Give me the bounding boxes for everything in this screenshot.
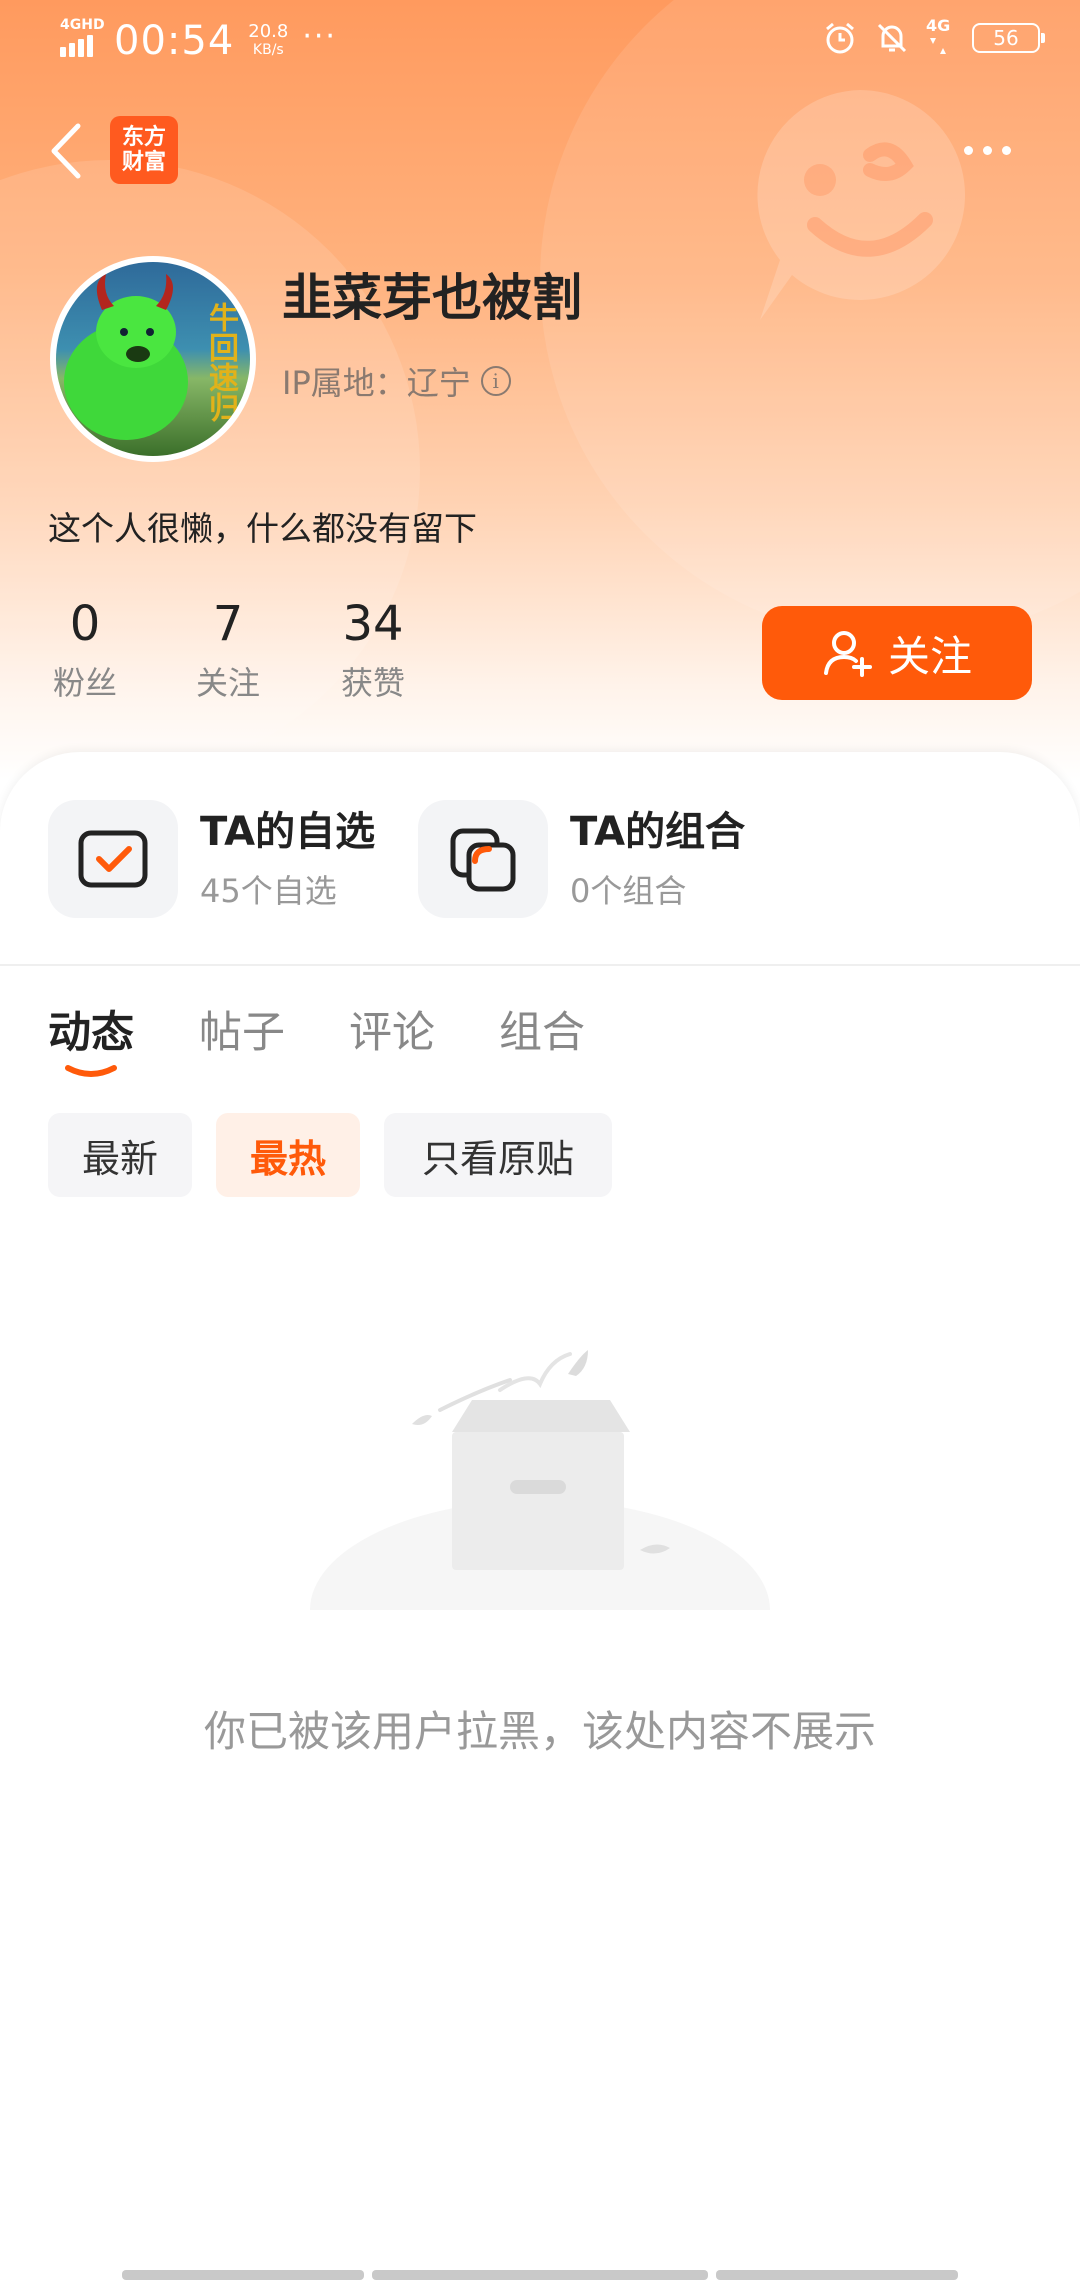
speed-value: 20.8 xyxy=(248,21,289,42)
gesture-bar-segment xyxy=(372,2270,708,2280)
network-right-label: 4G xyxy=(926,16,951,35)
stat-label: 获赞 xyxy=(340,664,405,702)
follow-label: 关注 xyxy=(887,631,972,681)
username: 韭菜芽也被割 xyxy=(282,269,582,327)
stat-fans[interactable]: 0 粉丝 xyxy=(30,596,140,704)
network-type: 4GHD xyxy=(60,17,105,33)
chevron-left-icon xyxy=(51,123,81,179)
tab-portfolios[interactable]: 组合 xyxy=(499,998,585,1060)
network-speed: 20.8 KB/s xyxy=(248,23,288,59)
status-more: ··· xyxy=(302,18,337,54)
signal-icon: 4GHD xyxy=(58,17,105,61)
tab-activity[interactable]: 动态 xyxy=(48,998,134,1060)
filter-hottest[interactable]: 最热 xyxy=(216,1113,360,1197)
portfolio-stack-icon xyxy=(450,828,516,892)
tab-comments[interactable]: 评论 xyxy=(349,998,435,1060)
battery-level: 56 xyxy=(993,26,1019,50)
gesture-bar-segment xyxy=(122,2270,364,2280)
watchlist-icon-box xyxy=(48,800,178,918)
avatar-image: 牛回速归 xyxy=(56,262,250,456)
ip-location-text: IP属地：辽宁 xyxy=(282,364,471,402)
dot xyxy=(964,145,973,155)
stat-label: 粉丝 xyxy=(52,664,117,702)
empty-box-illustration xyxy=(300,1350,780,1630)
dot xyxy=(983,145,992,155)
app-logo: 东方 财富 xyxy=(110,116,178,184)
empty-state-message: 你已被该用户拉黑，该处内容不展示 xyxy=(203,1707,876,1756)
app-logo-line2: 财富 xyxy=(121,150,166,175)
follow-button[interactable]: 关注 xyxy=(762,606,1032,700)
stat-value: 0 xyxy=(69,596,101,652)
app-logo-line1: 东方 xyxy=(121,125,166,150)
portfolio-icon-box xyxy=(418,800,548,918)
ip-location: IP属地：辽宁 i xyxy=(282,358,511,404)
active-tab-indicator xyxy=(65,1065,117,1077)
section-divider xyxy=(0,964,1080,966)
filter-original-only[interactable]: 只看原贴 xyxy=(384,1113,612,1197)
tab-posts[interactable]: 帖子 xyxy=(199,998,285,1060)
speed-unit: KB/s xyxy=(252,42,284,58)
dot xyxy=(1002,145,1011,155)
stat-label: 关注 xyxy=(195,664,260,702)
gesture-bar-segment xyxy=(716,2270,958,2280)
bio: 这个人很懒，什么都没有留下 xyxy=(48,509,477,548)
add-user-icon xyxy=(823,631,872,677)
portfolio-count: 0个组合 xyxy=(570,872,687,910)
alarm-icon xyxy=(826,22,854,54)
stat-value: 7 xyxy=(212,596,244,652)
stat-value: 34 xyxy=(342,596,404,652)
portfolio-title: TA的组合 xyxy=(570,809,746,855)
stat-following[interactable]: 7 关注 xyxy=(173,596,283,704)
mascot-watermark-icon xyxy=(757,90,966,320)
back-button[interactable] xyxy=(42,118,92,184)
stat-likes[interactable]: 34 获赞 xyxy=(318,596,428,704)
more-options-button[interactable] xyxy=(964,138,1024,162)
mute-bell-icon xyxy=(877,23,907,53)
avatar-caption: 牛回速归 xyxy=(203,302,238,422)
watchlist-title: TA的自选 xyxy=(200,809,376,855)
filter-latest[interactable]: 最新 xyxy=(48,1113,192,1197)
info-icon[interactable]: i xyxy=(480,366,511,396)
status-bar: 4GHD 00:54 20.8 KB/s ··· 4G 56 xyxy=(0,0,1080,84)
avatar[interactable]: 牛回速归 xyxy=(50,256,256,462)
battery-indicator: 56 xyxy=(972,23,1045,53)
watchlist-count: 45个自选 xyxy=(200,872,337,910)
portfolio-card[interactable]: TA的组合 0个组合 xyxy=(418,800,745,918)
watchlist-card[interactable]: TA的自选 45个自选 xyxy=(48,800,375,918)
status-time: 00:54 xyxy=(114,18,235,64)
mobile-data-icon: 4G xyxy=(926,16,956,56)
checkbox-check-icon xyxy=(78,830,148,888)
